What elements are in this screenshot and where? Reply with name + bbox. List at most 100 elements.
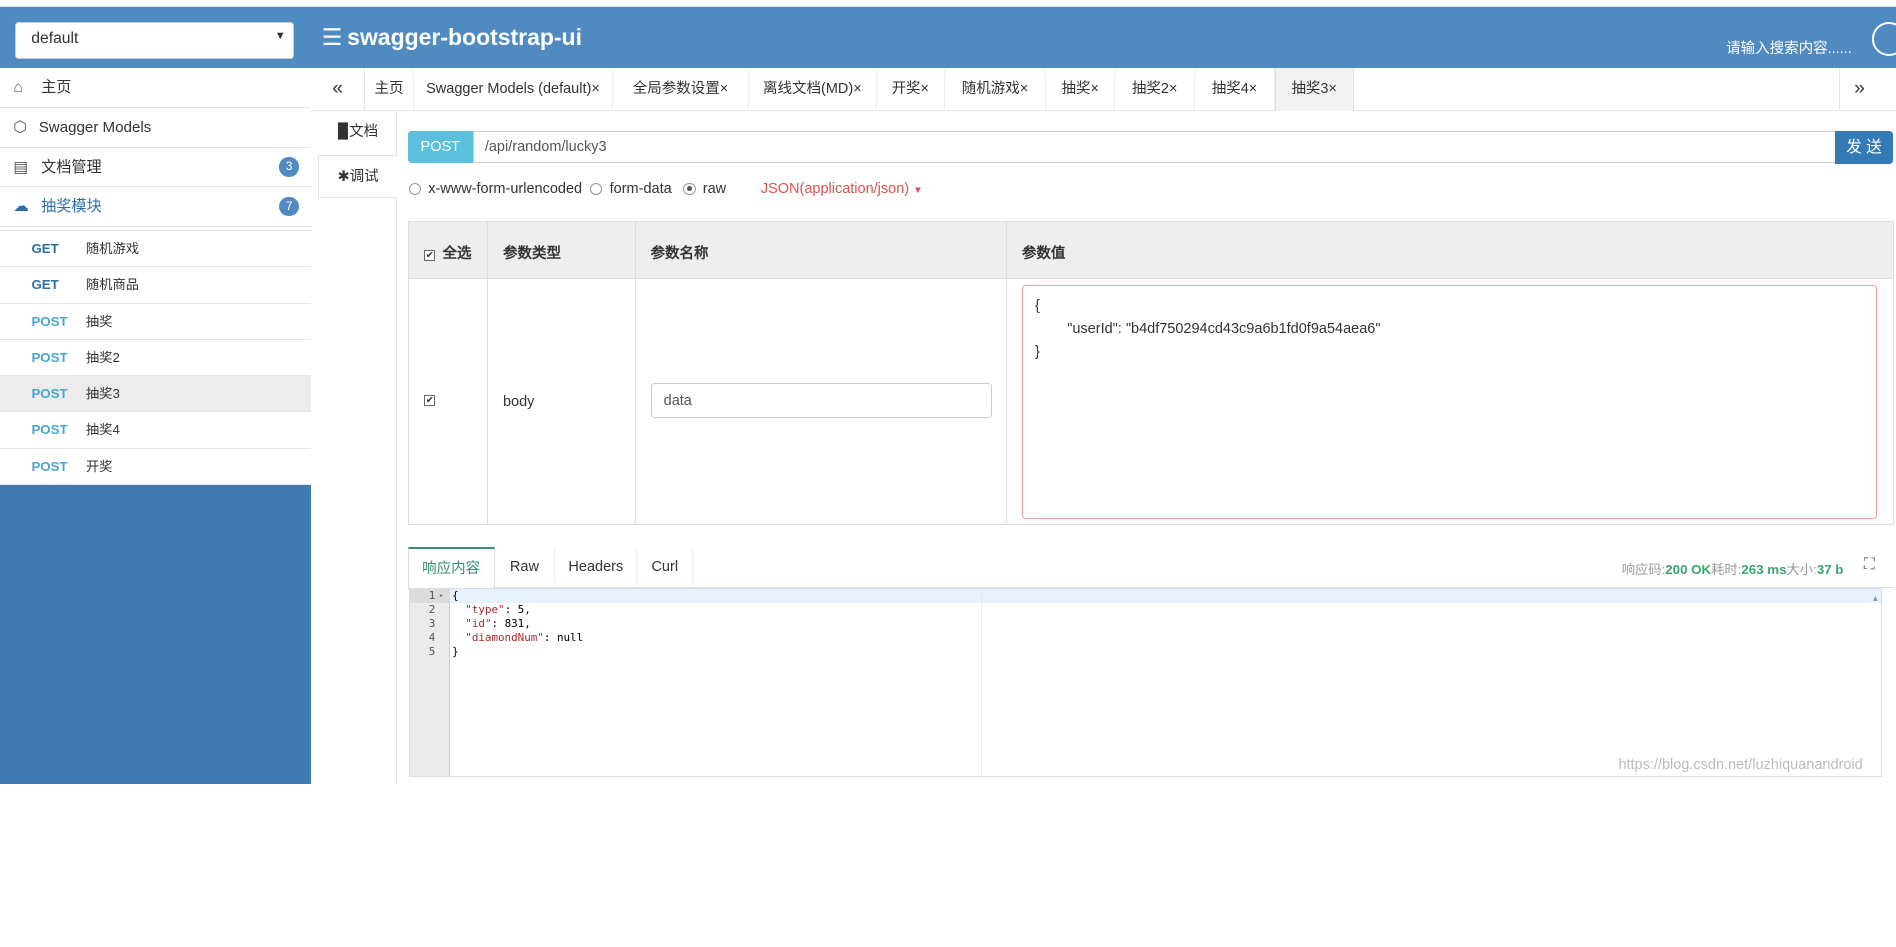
method-label: POST xyxy=(31,313,68,329)
tab-scroll-left-button[interactable]: « xyxy=(311,67,366,112)
status-code: 200 OK xyxy=(1665,561,1712,577)
radio-dot xyxy=(590,182,603,195)
file-icon: ▉ xyxy=(337,124,350,141)
line-number: 5 xyxy=(428,644,436,658)
method-label: POST xyxy=(31,458,68,474)
sidebar-item-home[interactable]: ⌂ 主页 xyxy=(0,68,311,108)
api-item-label: 随机商品 xyxy=(85,277,140,293)
sidebar: ⌂ 主页 ⬡ Swagger Models ▤ 文档管理 3 ☁ 抽奖模块 7 … xyxy=(0,67,311,784)
tab-lottery3[interactable]: 抽奖3× xyxy=(1274,67,1354,112)
cloud-icon: ☁ xyxy=(13,198,30,216)
brand-title: ☰ swagger-bootstrap-ui xyxy=(321,24,582,51)
radio-form-data[interactable]: form-data xyxy=(590,181,672,197)
api-item-lottery4[interactable]: POST 抽奖4 xyxy=(0,412,311,449)
send-button[interactable]: 发 送 xyxy=(1834,130,1893,165)
search-input[interactable]: 请输入搜索内容...... xyxy=(1726,37,1852,58)
table-header: ✔ 全选 参数类型 参数名称 参数值 xyxy=(408,222,1894,280)
method-label: POST xyxy=(31,386,68,402)
param-value-editor[interactable]: { "userId": "b4df750294cd43c9a6b1fd0f9a5… xyxy=(1021,285,1878,519)
sidebar-item-swagger-models[interactable]: ⬡ Swagger Models xyxy=(0,108,311,148)
tab-doc[interactable]: ▉文档 xyxy=(318,111,398,155)
code-line: "id": 831, xyxy=(452,616,531,630)
group-select[interactable]: default ▼ xyxy=(14,21,294,60)
current-line-highlight xyxy=(449,588,1882,603)
api-item-random-game[interactable]: GET 随机游戏 xyxy=(0,230,311,268)
tab-home[interactable]: 主页 xyxy=(365,67,414,112)
search-icon[interactable] xyxy=(1872,21,1896,56)
radio-raw[interactable]: raw xyxy=(683,181,726,197)
url-input[interactable]: /api/random/lucky3 xyxy=(472,130,1837,164)
doc-debug-tabs: ▉文档 ✱调试 xyxy=(311,111,398,784)
fold-icon[interactable]: ▾ xyxy=(439,589,443,602)
sidebar-item-doc-management[interactable]: ▤ 文档管理 3 xyxy=(0,148,311,188)
tab-draw[interactable]: 开奖× xyxy=(877,67,945,112)
top-header: default ▼ ☰ swagger-bootstrap-ui 请输入搜索内容.… xyxy=(0,7,1896,68)
bug-icon: ✱ xyxy=(337,168,350,185)
param-type-cell: body xyxy=(502,394,535,411)
radio-dot-selected xyxy=(683,182,696,195)
api-item-lottery[interactable]: POST 抽奖 xyxy=(0,303,311,340)
print-margin xyxy=(980,588,982,776)
value-line: } xyxy=(1034,343,1040,360)
tab-lottery2[interactable]: 抽奖2× xyxy=(1115,67,1196,112)
sidebar-item-label: 文档管理 xyxy=(41,158,102,176)
window-top-line xyxy=(0,0,1896,8)
tab-debug[interactable]: ✱调试 xyxy=(318,154,398,199)
value-line: "userId": "b4df750294cd43c9a6b1fd0f9a54a… xyxy=(1034,320,1381,337)
checkbox: ✔ xyxy=(424,249,436,261)
code-line: "type": 5, xyxy=(452,602,531,616)
select-all-checkbox[interactable]: ✔ 全选 xyxy=(424,242,471,263)
sidebar-item-label: 抽奖模块 xyxy=(41,198,102,216)
tab-headers[interactable]: Headers xyxy=(555,546,638,588)
param-name-input[interactable]: data xyxy=(650,383,992,419)
home-icon: ⌂ xyxy=(13,78,23,96)
api-item-label: 抽奖2 xyxy=(85,349,120,365)
tab-lottery4[interactable]: 抽奖4× xyxy=(1195,67,1275,112)
line-number: 3 xyxy=(428,616,436,630)
tab-random-game[interactable]: 随机游戏× xyxy=(945,67,1047,112)
scroll-up-arrow[interactable]: ▲ xyxy=(1871,593,1879,603)
menu-toggle-icon[interactable]: ☰ xyxy=(322,24,343,51)
group-select-value: default xyxy=(31,30,79,47)
method-badge: POST xyxy=(407,130,473,164)
header-param-value: 参数值 xyxy=(1021,245,1066,262)
header-param-type: 参数类型 xyxy=(502,245,561,262)
cube-icon: ⬡ xyxy=(13,118,28,136)
api-item-lottery3[interactable]: POST 抽奖3 xyxy=(0,376,311,413)
line-gutter: 1 2 3 4 5 ▾ xyxy=(409,588,450,776)
response-time: 263 ms xyxy=(1741,561,1787,577)
tab-response-content[interactable]: 响应内容 xyxy=(407,546,495,590)
row-checkbox[interactable]: ✔ xyxy=(424,395,436,407)
line-number: 1 xyxy=(409,588,450,603)
tab-scroll-right-button[interactable]: » xyxy=(1838,67,1896,112)
tab-swagger-models[interactable]: Swagger Models (default)× xyxy=(414,67,614,112)
method-label: POST xyxy=(31,349,68,365)
tab-offline-docs[interactable]: 离线文档(MD)× xyxy=(749,67,877,112)
api-item-random-goods[interactable]: GET 随机商品 xyxy=(0,267,311,304)
radio-urlencoded[interactable]: x-www-form-urlencoded xyxy=(408,181,582,197)
tab-lottery[interactable]: 抽奖× xyxy=(1046,67,1116,112)
api-item-label: 随机游戏 xyxy=(85,240,140,256)
code-line: { xyxy=(452,588,459,602)
response-editor[interactable]: 1 2 3 4 5 ▾ { "type": 5, "id": 831, "dia… xyxy=(408,587,1883,777)
header-param-name: 参数名称 xyxy=(650,245,709,262)
doc-settings-icon: ▤ xyxy=(13,158,29,176)
tab-global-params[interactable]: 全局参数设置× xyxy=(613,67,749,112)
tab-curl[interactable]: Curl xyxy=(637,546,694,588)
sidebar-item-lottery-module[interactable]: ☁ 抽奖模块 7 xyxy=(0,187,311,228)
method-label: POST xyxy=(31,422,68,438)
api-item-lottery2[interactable]: POST 抽奖2 xyxy=(0,339,311,377)
api-item-draw[interactable]: POST 开奖 xyxy=(0,448,311,485)
code-line: } xyxy=(452,644,459,658)
content-type-dropdown[interactable]: JSON(application/json) ▼ xyxy=(761,181,923,197)
sidebar-item-label: 主页 xyxy=(41,78,72,96)
tab-bar: « 主页 Swagger Models (default)× 全局参数设置× 离… xyxy=(310,67,1896,112)
tab-raw[interactable]: Raw xyxy=(495,546,556,588)
divider xyxy=(634,222,637,524)
response-tabs: 响应内容 Raw Headers Curl 响应码:200 OK耗时:263 m… xyxy=(407,546,1895,590)
count-badge: 7 xyxy=(279,197,299,217)
api-item-label: 抽奖 xyxy=(85,313,113,329)
count-badge: 3 xyxy=(279,157,299,177)
fullscreen-icon[interactable]: ⛶ xyxy=(1864,556,1875,574)
divider xyxy=(1006,222,1008,524)
